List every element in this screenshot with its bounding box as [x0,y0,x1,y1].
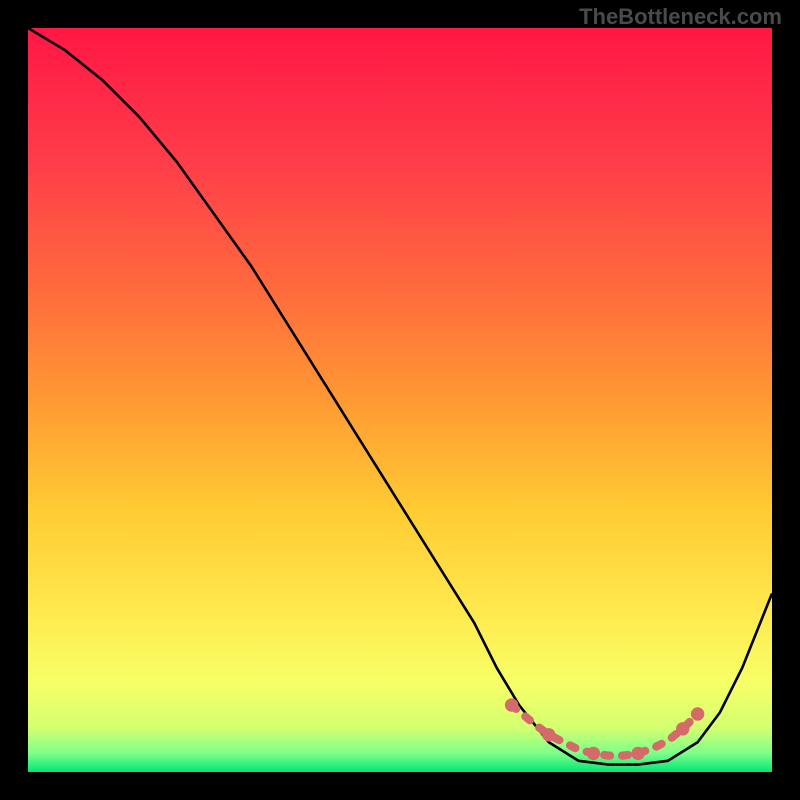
watermark-text: TheBottleneck.com [579,4,782,30]
chart-plot-area [28,28,772,772]
optimal-range-path [512,705,698,756]
optimal-range-dot [542,728,555,741]
optimal-range-dot [676,722,689,735]
optimal-range-dot [631,747,644,760]
chart-curve-layer [28,28,772,772]
bottleneck-curve [28,28,772,765]
optimal-range-markers [505,698,704,760]
optimal-range-dot [691,707,704,720]
optimal-range-dot [587,747,600,760]
optimal-range-dot [505,698,518,711]
